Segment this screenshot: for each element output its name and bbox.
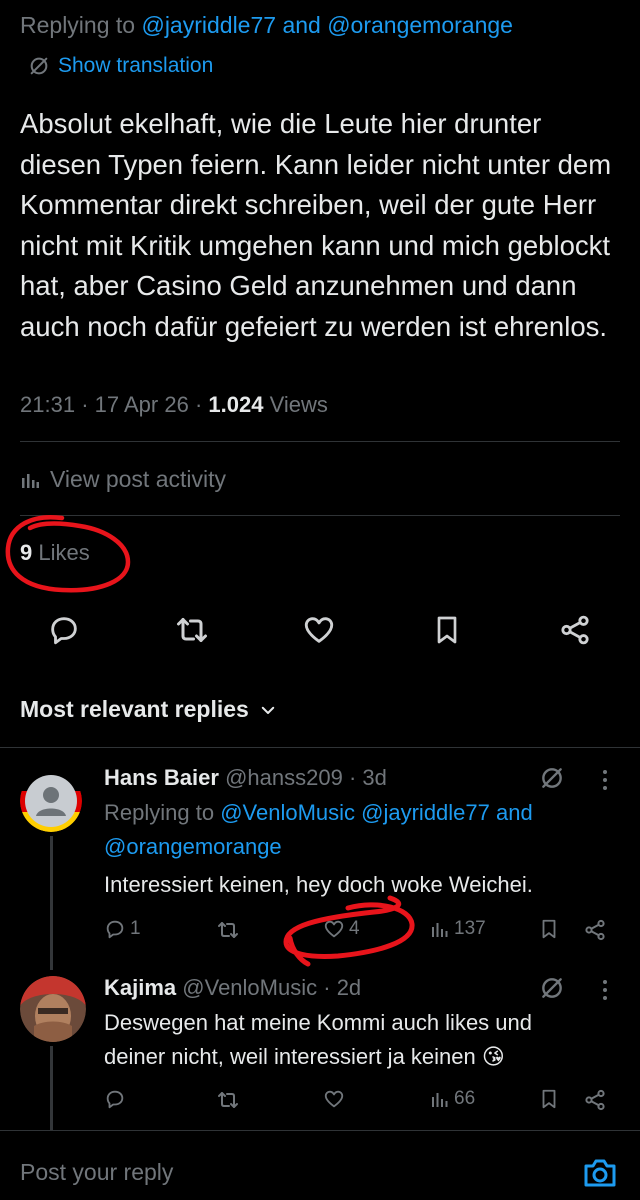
reply-text-line-1: Deswegen hat meine Kommi auch likes und xyxy=(104,1010,533,1035)
avatar-kajima[interactable] xyxy=(20,976,86,1042)
replies-sort-dropdown[interactable]: Most relevant replies xyxy=(20,696,277,723)
more-icon[interactable] xyxy=(598,768,612,792)
reply-input[interactable]: Post your reply xyxy=(20,1159,173,1186)
likes-count-link[interactable]: 9 Likes xyxy=(20,540,90,566)
reply-icon xyxy=(51,617,77,645)
reply-share-button[interactable] xyxy=(583,918,607,942)
view-post-activity-button[interactable]: View post activity xyxy=(20,466,226,493)
reply-replying-to-2: @orangemorange xyxy=(104,834,282,860)
views-count: 1.024 xyxy=(208,392,264,417)
reply-header: Kajima @VenloMusic · 2d xyxy=(104,975,361,1001)
replying-prefix: Replying to xyxy=(104,800,215,825)
repost-icon xyxy=(218,1092,238,1108)
reply-header: Hans Baier @hanss209 · 3d xyxy=(104,765,387,791)
reply-composer-bar: Post your reply xyxy=(0,1130,640,1200)
replying-prefix: Replying to xyxy=(20,12,136,38)
replies-sort-label: Most relevant replies xyxy=(20,696,249,722)
grok-icon[interactable] xyxy=(539,765,565,791)
like-button[interactable] xyxy=(297,608,341,652)
replying-users-link[interactable]: @VenloMusic @jayriddle77 and xyxy=(220,800,533,825)
reply-author-handle[interactable]: @hanss209 xyxy=(225,765,343,790)
reply-text-line-2: deiner nicht, weil interessiert ja keine… xyxy=(104,1044,505,1069)
view-post-activity-label: View post activity xyxy=(50,466,226,492)
like-icon xyxy=(304,617,334,643)
share-icon xyxy=(585,1089,605,1111)
bookmark-icon xyxy=(542,1089,556,1109)
activity-icon xyxy=(22,473,39,488)
thread-line xyxy=(50,1046,53,1130)
reply-icon xyxy=(106,920,124,939)
reply-age: · 2d xyxy=(323,975,362,1000)
post-text: Absolut ekelhaft, wie die Leute hier dru… xyxy=(20,108,612,342)
avatar-hans-baier[interactable] xyxy=(20,770,82,832)
share-icon xyxy=(585,919,605,941)
reply-like-button[interactable] xyxy=(323,1088,345,1110)
post-meta: 21:31 · 17 Apr 26 · 1.024 Views xyxy=(20,392,328,417)
view-count: 137 xyxy=(454,918,486,939)
like-icon xyxy=(324,920,344,938)
repost-button[interactable] xyxy=(170,608,214,652)
reply-share-button[interactable] xyxy=(583,1088,607,1112)
repost-icon xyxy=(177,618,207,642)
reply-author-name[interactable]: Kajima xyxy=(104,975,176,1000)
repost-icon xyxy=(218,922,238,938)
post-time: 21:31 xyxy=(20,392,76,417)
replying-to: Replying to @jayriddle77 and @orangemora… xyxy=(20,12,513,39)
translate-icon xyxy=(30,57,48,75)
post-date: 17 Apr 26 xyxy=(94,392,189,417)
share-icon xyxy=(561,615,589,645)
bookmark-button[interactable] xyxy=(425,608,469,652)
replying-users-link[interactable]: @jayriddle77 and @orangemorange xyxy=(141,12,512,38)
views-label: Views xyxy=(269,392,328,417)
reply-repost-button[interactable] xyxy=(216,1088,240,1112)
show-translation-label: Show translation xyxy=(58,54,214,77)
divider xyxy=(0,747,640,748)
likes-count: 9 xyxy=(20,540,33,565)
activity-icon xyxy=(432,1093,448,1107)
grok-icon[interactable] xyxy=(539,975,565,1001)
show-translation-button[interactable]: Show translation xyxy=(28,54,213,78)
reply-views-button[interactable]: 137 xyxy=(430,918,486,940)
reply-age: · 3d xyxy=(348,765,387,790)
bookmark-icon xyxy=(437,616,457,644)
reply-views-button[interactable]: 66 xyxy=(430,1088,475,1110)
reply-reply-button[interactable]: 1 xyxy=(104,918,141,940)
camera-icon[interactable] xyxy=(580,1153,620,1193)
reply-author-handle[interactable]: @VenloMusic xyxy=(182,975,317,1000)
like-icon xyxy=(324,1090,344,1108)
post-action-bar xyxy=(0,608,640,654)
reply-author-name[interactable]: Hans Baier xyxy=(104,765,219,790)
chevron-down-icon xyxy=(261,706,275,714)
share-button[interactable] xyxy=(553,608,597,652)
reply-bookmark-button[interactable] xyxy=(538,1088,560,1110)
reply-replying-to: Replying to @VenloMusic @jayriddle77 and xyxy=(104,800,533,826)
like-count: 4 xyxy=(349,918,360,939)
likes-label: Likes xyxy=(38,540,90,565)
reply-reply-button[interactable] xyxy=(104,1088,126,1110)
replying-users-link[interactable]: @orangemorange xyxy=(104,834,282,859)
divider xyxy=(20,441,620,442)
reply-text: Interessiert keinen, hey doch woke Weich… xyxy=(104,872,533,897)
divider xyxy=(20,515,620,516)
reply-icon xyxy=(106,1090,124,1109)
reply-count: 1 xyxy=(130,918,141,939)
reply-bookmark-button[interactable] xyxy=(538,918,560,940)
bookmark-icon xyxy=(542,919,556,939)
reply-repost-button[interactable] xyxy=(216,918,240,942)
thread-line xyxy=(50,836,53,970)
reply-button[interactable] xyxy=(42,608,86,652)
more-icon[interactable] xyxy=(598,978,612,1002)
view-count: 66 xyxy=(454,1088,476,1109)
activity-icon xyxy=(432,923,448,937)
reply-like-button[interactable]: 4 xyxy=(323,918,360,940)
